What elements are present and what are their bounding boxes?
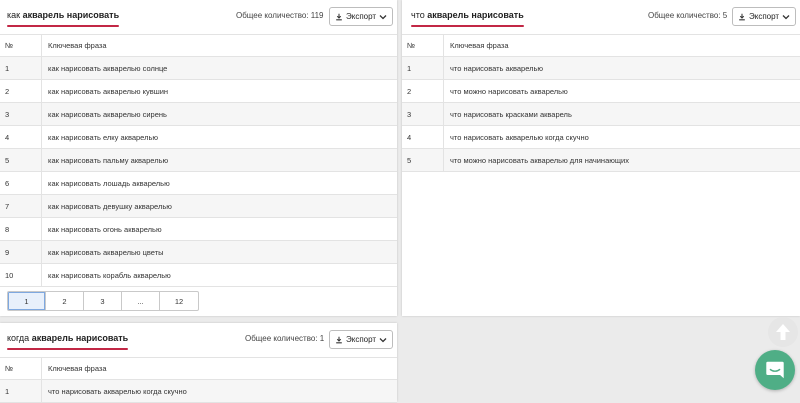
keyword-phrase: как нарисовать акварелью кувшин	[42, 80, 398, 103]
keyword-phrase: что можно нарисовать акварелью	[444, 80, 800, 103]
table-row: 2как нарисовать акварелью кувшин	[0, 80, 397, 103]
total-count: Общее количество: 5	[648, 11, 727, 20]
title-underline	[7, 348, 128, 350]
row-number: 7	[0, 195, 42, 218]
keyword-phrase: как нарисовать акварелью солнце	[42, 57, 398, 80]
table-row: 3что нарисовать красками акварель	[402, 103, 800, 126]
page-button[interactable]: 1	[8, 292, 46, 310]
table-header-row: № Ключевая фраза	[0, 358, 397, 380]
column-header-number: №	[0, 35, 42, 57]
keyword-phrase: как нарисовать корабль акварелью	[42, 264, 398, 287]
column-header-number: №	[0, 358, 42, 380]
keyword-table: № Ключевая фраза 1как нарисовать акварел…	[0, 34, 397, 287]
keyword-phrase: что нарисовать красками акварель	[444, 103, 800, 126]
total-count: Общее количество: 119	[236, 11, 324, 20]
keyword-panel-chto: что акварель нарисовать Общее количество…	[402, 0, 800, 316]
download-icon	[335, 336, 343, 344]
row-number: 6	[0, 172, 42, 195]
panel-header: что акварель нарисовать Общее количество…	[402, 0, 800, 34]
row-number: 2	[0, 80, 42, 103]
page-button[interactable]: 2	[46, 292, 84, 310]
column-header-number: №	[402, 35, 444, 57]
row-number: 5	[402, 149, 444, 172]
keyword-phrase: что нарисовать акварелью когда скучно	[444, 126, 800, 149]
keyword-phrase: как нарисовать акварелью сирень	[42, 103, 398, 126]
scroll-to-top-button[interactable]	[768, 317, 798, 347]
export-button[interactable]: Экспорт	[732, 7, 796, 26]
row-number: 3	[402, 103, 444, 126]
row-number: 2	[402, 80, 444, 103]
keyword-phrase: как нарисовать лошадь акварелью	[42, 172, 398, 195]
table-row: 6как нарисовать лошадь акварелью	[0, 172, 397, 195]
table-row: 1как нарисовать акварелью солнце	[0, 57, 397, 80]
title-underline	[411, 25, 524, 27]
keyword-panel-kogda: когда акварель нарисовать Общее количест…	[0, 323, 397, 401]
table-row: 1что нарисовать акварелью	[402, 57, 800, 80]
row-number: 4	[0, 126, 42, 149]
page-button[interactable]: ...	[122, 292, 160, 310]
row-number: 9	[0, 241, 42, 264]
panel-title: как акварель нарисовать	[7, 10, 119, 20]
table-row: 2что можно нарисовать акварелью	[402, 80, 800, 103]
export-button[interactable]: Экспорт	[329, 330, 393, 349]
row-number: 3	[0, 103, 42, 126]
row-number: 5	[0, 149, 42, 172]
table-row: 1что нарисовать акварелью когда скучно	[0, 380, 397, 403]
keyword-phrase: как нарисовать огонь акварелью	[42, 218, 398, 241]
table-row: 8как нарисовать огонь акварелью	[0, 218, 397, 241]
download-icon	[738, 13, 746, 21]
export-label: Экспорт	[749, 12, 779, 21]
table-row: 10как нарисовать корабль акварелью	[0, 264, 397, 287]
chevron-down-icon	[379, 14, 387, 20]
row-number: 4	[402, 126, 444, 149]
panel-title: что акварель нарисовать	[411, 10, 524, 20]
column-header-phrase: Ключевая фраза	[444, 35, 800, 57]
row-number: 10	[0, 264, 42, 287]
title-underline	[7, 25, 119, 27]
row-number: 1	[0, 380, 42, 403]
page-button[interactable]: 3	[84, 292, 122, 310]
chevron-down-icon	[379, 337, 387, 343]
panel-header: когда акварель нарисовать Общее количест…	[0, 323, 397, 357]
keyword-phrase: как нарисовать елку акварелью	[42, 126, 398, 149]
export-button[interactable]: Экспорт	[329, 7, 393, 26]
table-row: 9как нарисовать акварелью цветы	[0, 241, 397, 264]
row-number: 1	[0, 57, 42, 80]
pagination: 123...12	[7, 291, 199, 311]
keyword-phrase: как нарисовать акварелью цветы	[42, 241, 398, 264]
chevron-down-icon	[782, 14, 790, 20]
keyword-table: № Ключевая фраза 1что нарисовать акварел…	[0, 357, 397, 403]
page-button[interactable]: 12	[160, 292, 198, 310]
export-label: Экспорт	[346, 335, 376, 344]
keyword-phrase: как нарисовать девушку акварелью	[42, 195, 398, 218]
column-header-phrase: Ключевая фраза	[42, 358, 398, 380]
column-header-phrase: Ключевая фраза	[42, 35, 398, 57]
keyword-phrase: как нарисовать пальму акварелью	[42, 149, 398, 172]
row-number: 8	[0, 218, 42, 241]
download-icon	[335, 13, 343, 21]
row-number: 1	[402, 57, 444, 80]
table-row: 4что нарисовать акварелью когда скучно	[402, 126, 800, 149]
table-row: 5что можно нарисовать акварелью для начи…	[402, 149, 800, 172]
table-header-row: № Ключевая фраза	[402, 35, 800, 57]
chat-button[interactable]	[755, 350, 795, 390]
table-row: 5как нарисовать пальму акварелью	[0, 149, 397, 172]
keyword-panel-kak: как акварель нарисовать Общее количество…	[0, 0, 397, 316]
table-row: 4как нарисовать елку акварелью	[0, 126, 397, 149]
keyword-phrase: что нарисовать акварелью	[444, 57, 800, 80]
keyword-phrase: что нарисовать акварелью когда скучно	[42, 380, 398, 403]
arrow-up-icon	[774, 322, 792, 342]
panel-title: когда акварель нарисовать	[7, 333, 128, 343]
chat-icon	[764, 359, 786, 381]
keyword-table: № Ключевая фраза 1что нарисовать акварел…	[402, 34, 800, 172]
export-label: Экспорт	[346, 12, 376, 21]
keyword-phrase: что можно нарисовать акварелью для начин…	[444, 149, 800, 172]
table-header-row: № Ключевая фраза	[0, 35, 397, 57]
table-row: 3как нарисовать акварелью сирень	[0, 103, 397, 126]
panel-header: как акварель нарисовать Общее количество…	[0, 0, 397, 34]
total-count: Общее количество: 1	[245, 334, 324, 343]
table-row: 7как нарисовать девушку акварелью	[0, 195, 397, 218]
